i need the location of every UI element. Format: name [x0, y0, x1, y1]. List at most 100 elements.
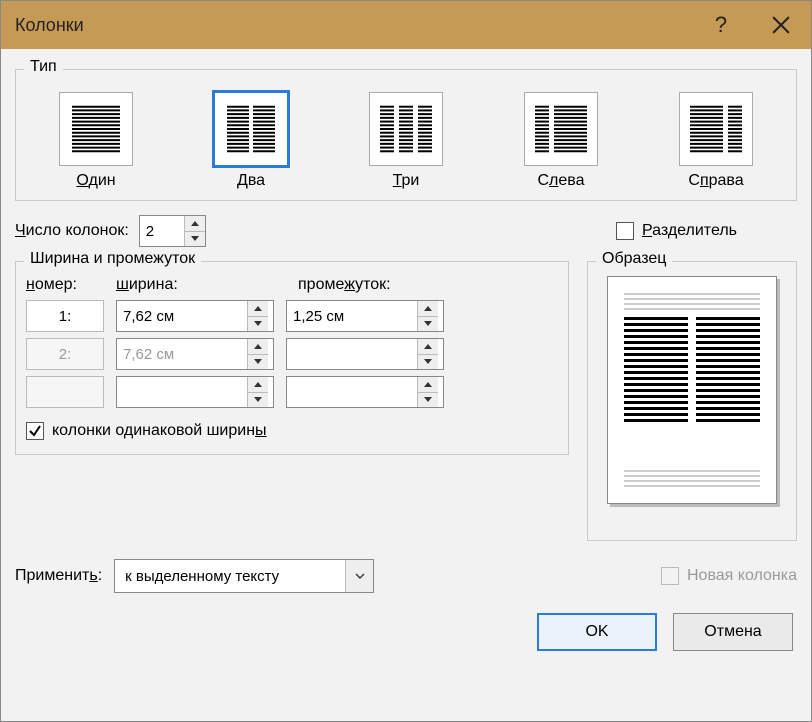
spinner-buttons: [417, 339, 438, 369]
num-columns-input[interactable]: [140, 216, 184, 246]
width-spacing-legend: Ширина и промежуток: [24, 250, 201, 268]
preset-icon-wrap: [214, 92, 288, 166]
preset-three[interactable]: Три: [346, 92, 466, 190]
spinner-up: [248, 377, 268, 393]
preset-label: Один: [76, 172, 115, 190]
checkbox-box: [661, 567, 679, 585]
header-width: ширина:: [116, 276, 286, 294]
cancel-button[interactable]: Отмена: [673, 613, 793, 651]
spinner-buttons: [417, 377, 438, 407]
spinner-input[interactable]: [117, 301, 247, 331]
value-spinner[interactable]: [116, 300, 274, 332]
spinner-up: [418, 339, 438, 355]
preview-legend: Образец: [596, 250, 672, 268]
value-spinner: [116, 338, 274, 370]
value-spinner: [286, 376, 444, 408]
preset-icon-two: [223, 103, 279, 155]
spinner-down: [248, 355, 268, 370]
new-column-label: Новая колонка: [687, 567, 797, 585]
apply-value: к выделенному тексту: [115, 560, 345, 592]
spinner-down: [418, 355, 438, 370]
preset-icon-right: [688, 103, 744, 155]
value-spinner: [286, 338, 444, 370]
spinner-up[interactable]: [418, 301, 438, 317]
type-group: Тип Один Два Три Слева Справа: [15, 69, 797, 201]
apply-label: Применить:: [15, 567, 102, 585]
apply-combobox[interactable]: к выделенному тексту: [114, 559, 374, 593]
value-spinner[interactable]: [286, 300, 444, 332]
window-title: Колонки: [15, 15, 691, 36]
equal-width-label: колонки одинаковой ширины: [52, 422, 267, 440]
header-number: номер:: [26, 276, 104, 294]
help-icon: ?: [715, 12, 727, 38]
type-legend: Тип: [24, 58, 63, 76]
preset-row: Один Два Три Слева Справа: [26, 84, 786, 190]
value-spinner: [116, 376, 274, 408]
ok-button[interactable]: OK: [537, 613, 657, 651]
preset-icon-one: [68, 103, 124, 155]
preset-icon-left: [533, 103, 589, 155]
preset-one[interactable]: Один: [36, 92, 156, 190]
preset-icon-wrap: [59, 92, 133, 166]
dialog-buttons: OK Отмена: [15, 613, 797, 651]
preset-icon-wrap: [524, 92, 598, 166]
titlebar: Колонки ?: [1, 1, 811, 49]
spinner-input: [117, 339, 247, 369]
num-columns-spinner[interactable]: [139, 215, 206, 247]
combo-dropdown-button[interactable]: [345, 560, 373, 592]
spinner-input: [287, 377, 417, 407]
spinner-buttons: [247, 377, 268, 407]
spinner-up: [248, 339, 268, 355]
width-spacing-group: Ширина и промежуток номер: ширина: проме…: [15, 261, 569, 455]
num-columns-label: Число колонок:: [15, 222, 129, 240]
cancel-label: Отмена: [704, 623, 761, 641]
row-number: 1:: [26, 300, 104, 332]
spinner-down: [418, 393, 438, 408]
spinner-down[interactable]: [418, 317, 438, 332]
help-button[interactable]: ?: [691, 1, 751, 49]
separator-checkbox[interactable]: Разделитель: [616, 222, 737, 240]
spinner-down[interactable]: [248, 317, 268, 332]
width-row: 2:: [26, 338, 558, 370]
preview-page: [607, 276, 777, 504]
close-button[interactable]: [751, 1, 811, 49]
preview-group: Образец: [587, 261, 797, 541]
preset-label: Два: [237, 172, 265, 190]
close-icon: [772, 16, 790, 34]
checkbox-box: [616, 222, 634, 240]
separator-label: Разделитель: [642, 222, 737, 240]
new-column-checkbox: Новая колонка: [661, 567, 797, 585]
spinner-buttons: [247, 339, 268, 369]
chevron-down-icon: [355, 573, 365, 579]
spinner-input[interactable]: [287, 301, 417, 331]
columns-dialog: Колонки ? Тип Один Два Три Слева: [0, 0, 812, 722]
preset-label: Справа: [688, 172, 743, 190]
spinner-input: [287, 339, 417, 369]
row-number: 2:: [26, 338, 104, 370]
spinner-buttons: [247, 301, 268, 331]
spinner-input: [117, 377, 247, 407]
spinner-buttons: [417, 301, 438, 331]
checkbox-box: [26, 422, 44, 440]
spinner-down[interactable]: [185, 232, 205, 247]
preset-icon-three: [378, 103, 434, 155]
preset-right[interactable]: Справа: [656, 92, 776, 190]
dialog-body: Тип Один Два Три Слева Справа Число коло…: [1, 49, 811, 721]
equal-width-checkbox[interactable]: колонки одинаковой ширины: [26, 422, 267, 440]
spinner-down: [248, 393, 268, 408]
preset-icon-wrap: [369, 92, 443, 166]
preset-label: Три: [393, 172, 420, 190]
preset-icon-wrap: [679, 92, 753, 166]
ok-label: OK: [585, 623, 608, 641]
spinner-up[interactable]: [248, 301, 268, 317]
preset-left[interactable]: Слева: [501, 92, 621, 190]
wp-headers: номер: ширина: промежуток:: [26, 276, 558, 294]
header-spacing: промежуток:: [298, 276, 558, 294]
spinner-up[interactable]: [185, 216, 205, 232]
width-row: [26, 376, 558, 408]
preset-two[interactable]: Два: [191, 92, 311, 190]
width-row: 1:: [26, 300, 558, 332]
row-number: [26, 376, 104, 408]
spinner-up: [418, 377, 438, 393]
checkmark-icon: [28, 424, 42, 438]
